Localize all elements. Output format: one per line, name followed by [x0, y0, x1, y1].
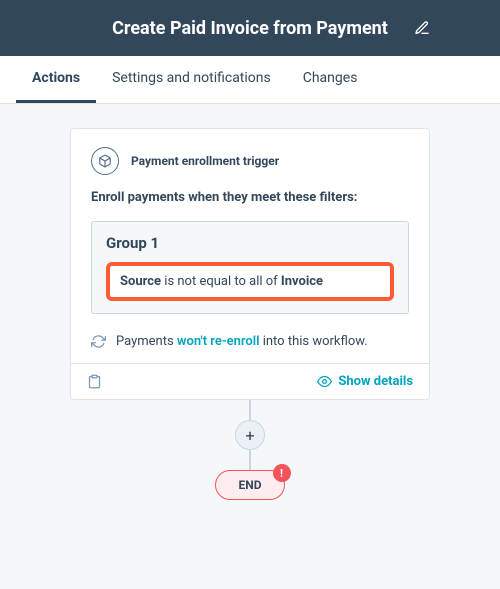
clipboard-icon[interactable]	[87, 374, 102, 389]
tab-actions[interactable]: Actions	[16, 56, 96, 103]
reenroll-link[interactable]: won't re-enroll	[177, 334, 260, 349]
tab-changes[interactable]: Changes	[287, 56, 374, 103]
page-title: Create Paid Invoice from Payment	[112, 18, 388, 39]
card-footer: Show details	[71, 363, 429, 399]
cube-icon	[91, 147, 119, 175]
trigger-card-body: Payment enrollment trigger Enroll paymen…	[71, 129, 429, 363]
filter-group[interactable]: Group 1 Source is not equal to all of In…	[91, 221, 409, 314]
show-details-button[interactable]: Show details	[317, 374, 413, 389]
rule-operator: is not equal to all of	[161, 274, 281, 289]
end-node[interactable]: END !	[215, 470, 284, 500]
tab-settings[interactable]: Settings and notifications	[96, 56, 287, 103]
filter-rule[interactable]: Source is not equal to all of Invoice	[106, 262, 394, 301]
page-header: Create Paid Invoice from Payment	[0, 0, 500, 56]
connector-line	[249, 450, 251, 470]
enroll-instruction: Enroll payments when they meet these fil…	[91, 189, 409, 207]
rule-field: Source	[120, 274, 161, 289]
connector-line	[249, 400, 251, 420]
tabbar: Actions Settings and notifications Chang…	[0, 56, 500, 104]
trigger-card[interactable]: Payment enrollment trigger Enroll paymen…	[70, 128, 430, 400]
eye-icon	[317, 374, 332, 389]
show-details-label: Show details	[338, 374, 413, 389]
alert-badge[interactable]: !	[273, 464, 291, 482]
reenroll-row: Payments won't re-enroll into this workf…	[91, 334, 409, 349]
trigger-header-row: Payment enrollment trigger	[91, 147, 409, 175]
workflow-canvas: Payment enrollment trigger Enroll paymen…	[0, 104, 500, 500]
group-title: Group 1	[106, 234, 394, 252]
reenroll-text: Payments won't re-enroll into this workf…	[116, 334, 368, 349]
rule-value: Invoice	[281, 274, 323, 289]
edit-icon[interactable]	[414, 20, 430, 36]
trigger-label: Payment enrollment trigger	[131, 154, 279, 168]
add-action-button[interactable]: +	[235, 420, 265, 450]
sync-icon	[91, 334, 106, 349]
